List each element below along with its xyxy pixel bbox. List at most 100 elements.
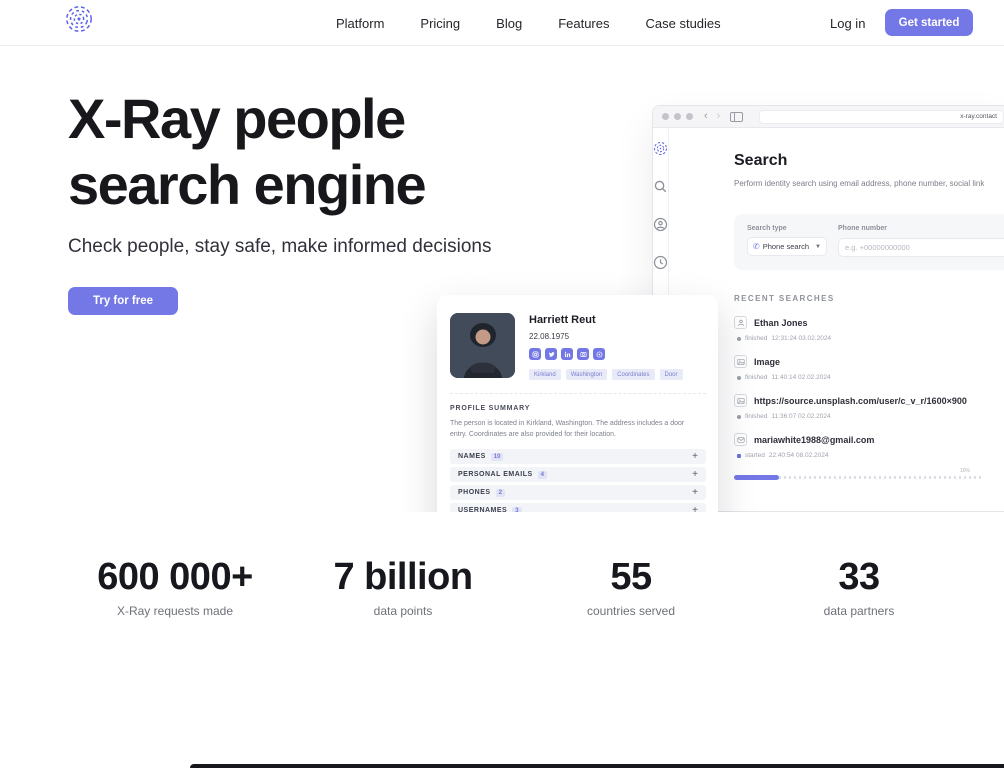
search-page-subtitle: Perform identity search using email addr… bbox=[734, 179, 1004, 188]
search-type-value: Phone search bbox=[763, 242, 809, 251]
recent-item-status: started 22:40:54 08.02.2024 bbox=[737, 452, 984, 459]
status-timestamp: 11:36:07 02.02.2024 bbox=[771, 413, 830, 420]
recent-item-label: Image bbox=[754, 357, 780, 367]
recent-searches: RECENT SEARCHES Ethan Jones finished 12:… bbox=[734, 294, 984, 479]
status-text: finished bbox=[745, 374, 767, 381]
recent-search-item[interactable]: Image finished 11:40:14 02.02.2024 bbox=[734, 355, 984, 381]
recent-item-label: https://source.unsplash.com/user/c_v_r/1… bbox=[754, 396, 967, 406]
stat-value: 33 bbox=[745, 556, 973, 599]
tag-chip[interactable]: Coordinates bbox=[612, 369, 654, 380]
search-type-label: Search type bbox=[747, 225, 827, 232]
hero-title-line2: search engine bbox=[68, 153, 425, 216]
tag-chip[interactable]: Door bbox=[660, 369, 683, 380]
section-personal-emails[interactable]: PERSONAL EMAILS 4 + bbox=[450, 467, 706, 482]
brand-logo-icon[interactable] bbox=[64, 4, 94, 34]
search-progress-bar: 10% bbox=[734, 468, 984, 479]
login-link[interactable]: Log in bbox=[830, 0, 865, 46]
nav-item-case-studies[interactable]: Case studies bbox=[646, 16, 721, 31]
stat-value: 55 bbox=[517, 556, 745, 599]
stat-label: data partners bbox=[745, 604, 973, 618]
nav-item-features[interactable]: Features bbox=[558, 16, 609, 31]
web-profile-icon[interactable] bbox=[593, 348, 605, 360]
social-links bbox=[529, 348, 683, 360]
recent-search-item[interactable]: Ethan Jones finished 12:31:24 03.02.2024 bbox=[734, 316, 984, 342]
stat-requests: 600 000+ X-Ray requests made bbox=[61, 556, 289, 618]
linkedin-icon[interactable] bbox=[561, 348, 573, 360]
profile-sections: NAMES 10 + PERSONAL EMAILS 4 + PHONES 2 … bbox=[450, 449, 706, 512]
section-names[interactable]: NAMES 10 + bbox=[450, 449, 706, 464]
profile-dob: 22.08.1975 bbox=[529, 332, 683, 341]
phone-number-input[interactable] bbox=[838, 238, 1004, 257]
stat-value: 7 billion bbox=[289, 556, 517, 599]
search-page: Search Perform identity search using ema… bbox=[669, 128, 1004, 512]
tag-chip[interactable]: Washington bbox=[566, 369, 607, 380]
tag-chip[interactable]: Kirkland bbox=[529, 369, 561, 380]
recent-search-item[interactable]: mariawhite1988@gmail.com started 22:40:5… bbox=[734, 433, 984, 479]
stat-label: data points bbox=[289, 604, 517, 618]
progress-track bbox=[734, 476, 984, 479]
next-section-top-edge bbox=[190, 764, 1004, 768]
hero-title: X-Ray people search engine bbox=[68, 86, 425, 218]
nav-item-pricing[interactable]: Pricing bbox=[420, 16, 460, 31]
twitter-icon[interactable] bbox=[545, 348, 557, 360]
window-dot-icon bbox=[686, 113, 693, 120]
status-text: finished bbox=[745, 413, 767, 420]
status-text: started bbox=[745, 452, 765, 459]
stat-data-points: 7 billion data points bbox=[289, 556, 517, 618]
nav-item-platform[interactable]: Platform bbox=[336, 16, 384, 31]
section-phones[interactable]: PHONES 2 + bbox=[450, 485, 706, 500]
image-icon bbox=[734, 355, 747, 368]
stat-value: 600 000+ bbox=[61, 556, 289, 599]
browser-chrome: ‹ › x-ray.contact bbox=[653, 106, 1004, 128]
recent-searches-heading: RECENT SEARCHES bbox=[734, 294, 984, 303]
app-logo-icon[interactable] bbox=[653, 141, 668, 156]
get-started-button[interactable]: Get started bbox=[885, 9, 973, 36]
status-timestamp: 12:31:24 03.02.2024 bbox=[771, 335, 831, 342]
recent-search-item[interactable]: https://source.unsplash.com/user/c_v_r/1… bbox=[734, 394, 984, 420]
status-dot bbox=[737, 337, 741, 341]
user-icon[interactable] bbox=[653, 217, 668, 232]
stat-countries: 55 countries served bbox=[517, 556, 745, 618]
recent-item-status: finished 12:31:24 03.02.2024 bbox=[737, 335, 984, 342]
section-count-badge: 2 bbox=[496, 489, 505, 497]
recent-item-status: finished 11:40:14 02.02.2024 bbox=[737, 374, 984, 381]
expand-plus-icon[interactable]: + bbox=[692, 470, 698, 480]
status-dot bbox=[737, 454, 741, 458]
search-type-select[interactable]: ✆ Phone search ▼ bbox=[747, 237, 827, 256]
photo-icon[interactable] bbox=[577, 348, 589, 360]
window-dot-icon bbox=[662, 113, 669, 120]
status-timestamp: 11:40:14 02.02.2024 bbox=[771, 374, 830, 381]
instagram-icon[interactable] bbox=[529, 348, 541, 360]
profile-summary-text: The person is located in Kirkland, Washi… bbox=[450, 418, 702, 440]
recent-item-status: finished 11:36:07 02.02.2024 bbox=[737, 413, 984, 420]
expand-plus-icon[interactable]: + bbox=[692, 488, 698, 498]
profile-name: Harriett Reut bbox=[529, 314, 683, 326]
status-dot bbox=[737, 415, 741, 419]
history-clock-icon[interactable] bbox=[653, 255, 668, 270]
profile-tags: Kirkland Washington Coordinates Door bbox=[529, 369, 683, 380]
section-usernames[interactable]: USERNAMES 3 + bbox=[450, 503, 706, 512]
section-count-badge: 10 bbox=[491, 453, 504, 461]
stat-label: countries served bbox=[517, 604, 745, 618]
sidebar-toggle-icon[interactable] bbox=[730, 112, 743, 122]
expand-plus-icon[interactable]: + bbox=[692, 452, 698, 462]
try-for-free-button[interactable]: Try for free bbox=[68, 287, 178, 315]
expand-plus-icon[interactable]: + bbox=[692, 506, 698, 513]
back-icon[interactable]: ‹ bbox=[704, 111, 708, 122]
section-label: PHONES bbox=[458, 489, 491, 496]
hero-subtitle: Check people, stay safe, make informed d… bbox=[68, 236, 492, 258]
recent-item-label: Ethan Jones bbox=[754, 318, 808, 328]
forward-icon[interactable]: › bbox=[717, 111, 721, 122]
section-count-badge: 4 bbox=[538, 471, 547, 479]
stats-section: 600 000+ X-Ray requests made 7 billion d… bbox=[61, 556, 973, 618]
stat-partners: 33 data partners bbox=[745, 556, 973, 618]
nav-item-blog[interactable]: Blog bbox=[496, 16, 522, 31]
status-timestamp: 22:40:54 08.02.2024 bbox=[769, 452, 829, 459]
profile-result-card: Harriett Reut 22.08.1975 bbox=[437, 295, 718, 512]
search-icon[interactable] bbox=[653, 179, 668, 194]
profile-photo bbox=[450, 313, 515, 378]
email-icon bbox=[734, 433, 747, 446]
status-text: finished bbox=[745, 335, 767, 342]
status-dot bbox=[737, 376, 741, 380]
address-bar[interactable]: x-ray.contact bbox=[759, 110, 1004, 124]
